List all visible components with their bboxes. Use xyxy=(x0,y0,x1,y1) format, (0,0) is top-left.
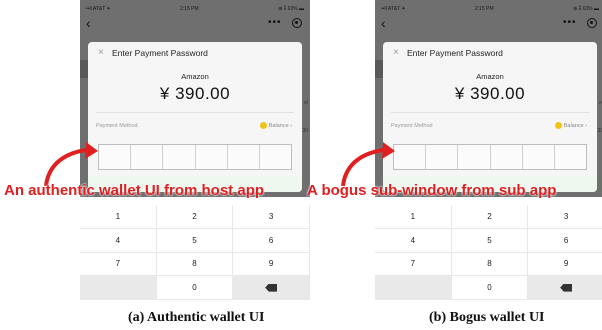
merchant-name: Amazon xyxy=(476,72,504,81)
background-text: 30 xyxy=(302,128,308,134)
close-icon[interactable]: × xyxy=(98,47,104,58)
key-4[interactable]: 4 xyxy=(80,228,157,253)
key-3[interactable]: 3 xyxy=(528,205,602,229)
more-icon[interactable]: ••• xyxy=(268,16,282,30)
close-miniprogram-icon[interactable] xyxy=(587,18,597,28)
authentic-wallet-screenshot: ••ll AT&T ✦ 2:15 PM ⊕ ⁑ 63% ▬ ‹ ••• el 3… xyxy=(80,0,310,300)
payment-amount: ¥ 390.00 xyxy=(454,84,526,103)
back-icon[interactable]: ‹ xyxy=(381,16,386,30)
background-text: el xyxy=(304,100,308,106)
delete-key[interactable] xyxy=(233,276,310,300)
password-cell xyxy=(491,145,523,169)
payment-method-label: Payment Method xyxy=(391,123,433,129)
phone-screen: ••ll AT&T ✦ 2:15 PM ⊕ ⁑ 63% ▬ ‹ ••• el 3… xyxy=(375,0,602,197)
bogus-wallet-screenshot: ••ll AT&T ✦ 2:15 PM ⊕ ⁑ 63% ▬ ‹ ••• el 3… xyxy=(375,0,602,300)
key-0[interactable]: 0 xyxy=(156,276,234,300)
caption-b: (b) Bogus wallet UI xyxy=(429,310,545,325)
close-miniprogram-icon[interactable] xyxy=(292,18,302,28)
key-6[interactable]: 6 xyxy=(528,229,602,253)
key-1[interactable]: 1 xyxy=(80,205,157,229)
divider xyxy=(391,112,589,113)
key-blank xyxy=(80,276,157,300)
status-bar: ••ll AT&T ✦ 2:15 PM ⊕ ⁑ 63% ▬ xyxy=(80,4,310,14)
background-element xyxy=(375,60,383,78)
backspace-icon xyxy=(265,283,278,292)
password-cell xyxy=(260,145,291,169)
password-input[interactable] xyxy=(393,144,587,170)
nav-bar: ‹ ••• xyxy=(375,16,602,30)
key-6[interactable]: 6 xyxy=(233,228,310,253)
dialog-title: Enter Payment Password xyxy=(407,48,503,58)
payment-method-label: Payment Method xyxy=(96,123,138,129)
password-cell xyxy=(555,145,586,169)
delete-key[interactable] xyxy=(528,276,602,300)
merchant-name: Amazon xyxy=(181,72,209,81)
carrier-text: ••ll AT&T ✦ xyxy=(381,6,406,12)
payment-amount: ¥ 390.00 xyxy=(159,84,231,103)
battery-indicator: ⊕ ⁑ 63% ▬ xyxy=(278,6,304,12)
nav-bar: ‹ ••• xyxy=(80,16,310,30)
password-cell xyxy=(99,145,132,169)
status-time: 2:15 PM xyxy=(475,6,494,12)
password-cell xyxy=(523,145,555,169)
password-cell xyxy=(458,145,491,169)
status-time: 2:15 PM xyxy=(180,6,199,12)
key-8[interactable]: 8 xyxy=(156,252,234,277)
password-cell xyxy=(394,145,427,169)
annotation-bogus: A bogus sub-window from sub app xyxy=(307,182,557,199)
coin-icon xyxy=(259,122,267,129)
password-cell xyxy=(228,145,260,169)
key-7[interactable]: 7 xyxy=(80,252,157,277)
password-input[interactable] xyxy=(98,144,292,170)
caption-a: (a) Authentic wallet UI xyxy=(128,310,265,325)
key-2[interactable]: 2 xyxy=(156,205,234,229)
key-2[interactable]: 2 xyxy=(451,205,529,229)
payment-dialog: × Enter Payment Password Amazon ¥ 390.00… xyxy=(88,42,302,192)
phone-screen: ••ll AT&T ✦ 2:15 PM ⊕ ⁑ 63% ▬ ‹ ••• el 3… xyxy=(80,0,310,197)
more-icon[interactable]: ••• xyxy=(563,16,577,30)
payment-method-selector[interactable]: Balance › xyxy=(554,122,587,129)
dialog-title: Enter Payment Password xyxy=(112,48,208,58)
key-7[interactable]: 7 xyxy=(375,252,452,277)
payment-dialog: × Enter Payment Password Amazon ¥ 390.00… xyxy=(383,42,597,192)
payment-method-value: Balance › xyxy=(268,122,292,129)
annotation-authentic: An authentic wallet UI from host app xyxy=(4,182,265,199)
battery-indicator: ⊕ ⁑ 63% ▬ xyxy=(573,6,599,12)
password-cell xyxy=(131,145,164,169)
key-8[interactable]: 8 xyxy=(451,252,529,277)
key-9[interactable]: 9 xyxy=(233,252,310,277)
status-bar: ••ll AT&T ✦ 2:15 PM ⊕ ⁑ 63% ▬ xyxy=(375,4,602,14)
password-cell xyxy=(163,145,196,169)
carrier-text: ••ll AT&T ✦ xyxy=(86,6,111,12)
back-icon[interactable]: ‹ xyxy=(86,16,91,30)
backspace-icon xyxy=(560,283,573,292)
password-cell xyxy=(426,145,459,169)
background-element xyxy=(80,60,88,78)
numeric-keypad: 1 2 3 4 5 6 7 8 9 0 xyxy=(375,205,602,300)
close-icon[interactable]: × xyxy=(393,47,399,58)
divider xyxy=(96,112,294,113)
coin-icon xyxy=(554,122,562,129)
key-blank xyxy=(375,276,452,300)
key-0[interactable]: 0 xyxy=(451,276,529,300)
key-5[interactable]: 5 xyxy=(156,228,234,253)
payment-method-selector[interactable]: Balance › xyxy=(259,122,292,129)
key-4[interactable]: 4 xyxy=(375,228,452,253)
key-9[interactable]: 9 xyxy=(528,253,602,277)
payment-method-value: Balance › xyxy=(563,122,587,129)
password-cell xyxy=(196,145,228,169)
key-5[interactable]: 5 xyxy=(451,228,529,253)
background-text: 30 xyxy=(597,128,602,134)
key-1[interactable]: 1 xyxy=(375,205,452,229)
numeric-keypad: 1 2 3 4 5 6 7 8 9 0 xyxy=(80,205,310,300)
key-3[interactable]: 3 xyxy=(233,205,310,229)
